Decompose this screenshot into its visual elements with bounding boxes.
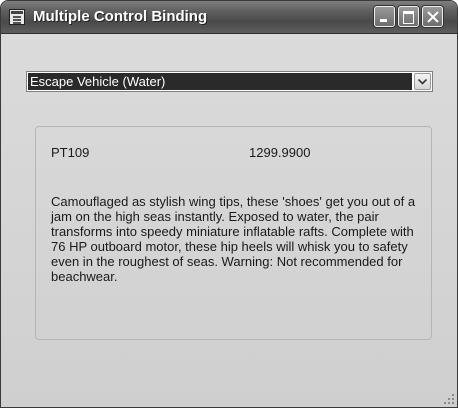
- minimize-button[interactable]: [374, 6, 395, 27]
- window-title: Multiple Control Binding: [33, 8, 208, 25]
- close-button[interactable]: [422, 6, 443, 27]
- combobox-dropdown-button[interactable]: [414, 73, 431, 90]
- chevron-down-icon: [418, 79, 427, 85]
- title-bar[interactable]: Multiple Control Binding: [1, 1, 457, 34]
- product-details-group: PT109 1299.9900 Camouflaged as stylish w…: [35, 126, 432, 340]
- product-price-label: 1299.9900: [249, 145, 311, 160]
- product-name-label: PT109: [51, 145, 90, 160]
- app-window: Multiple Control Binding Escape Vehicle …: [0, 0, 458, 408]
- maximize-button[interactable]: [398, 6, 419, 27]
- resize-grip-icon[interactable]: [443, 393, 455, 405]
- combobox-selected-value[interactable]: Escape Vehicle (Water): [28, 73, 412, 90]
- category-combobox[interactable]: Escape Vehicle (Water): [26, 71, 433, 92]
- product-description-label: Camouflaged as stylish wing tips, these …: [51, 194, 416, 284]
- form-icon[interactable]: [9, 9, 25, 25]
